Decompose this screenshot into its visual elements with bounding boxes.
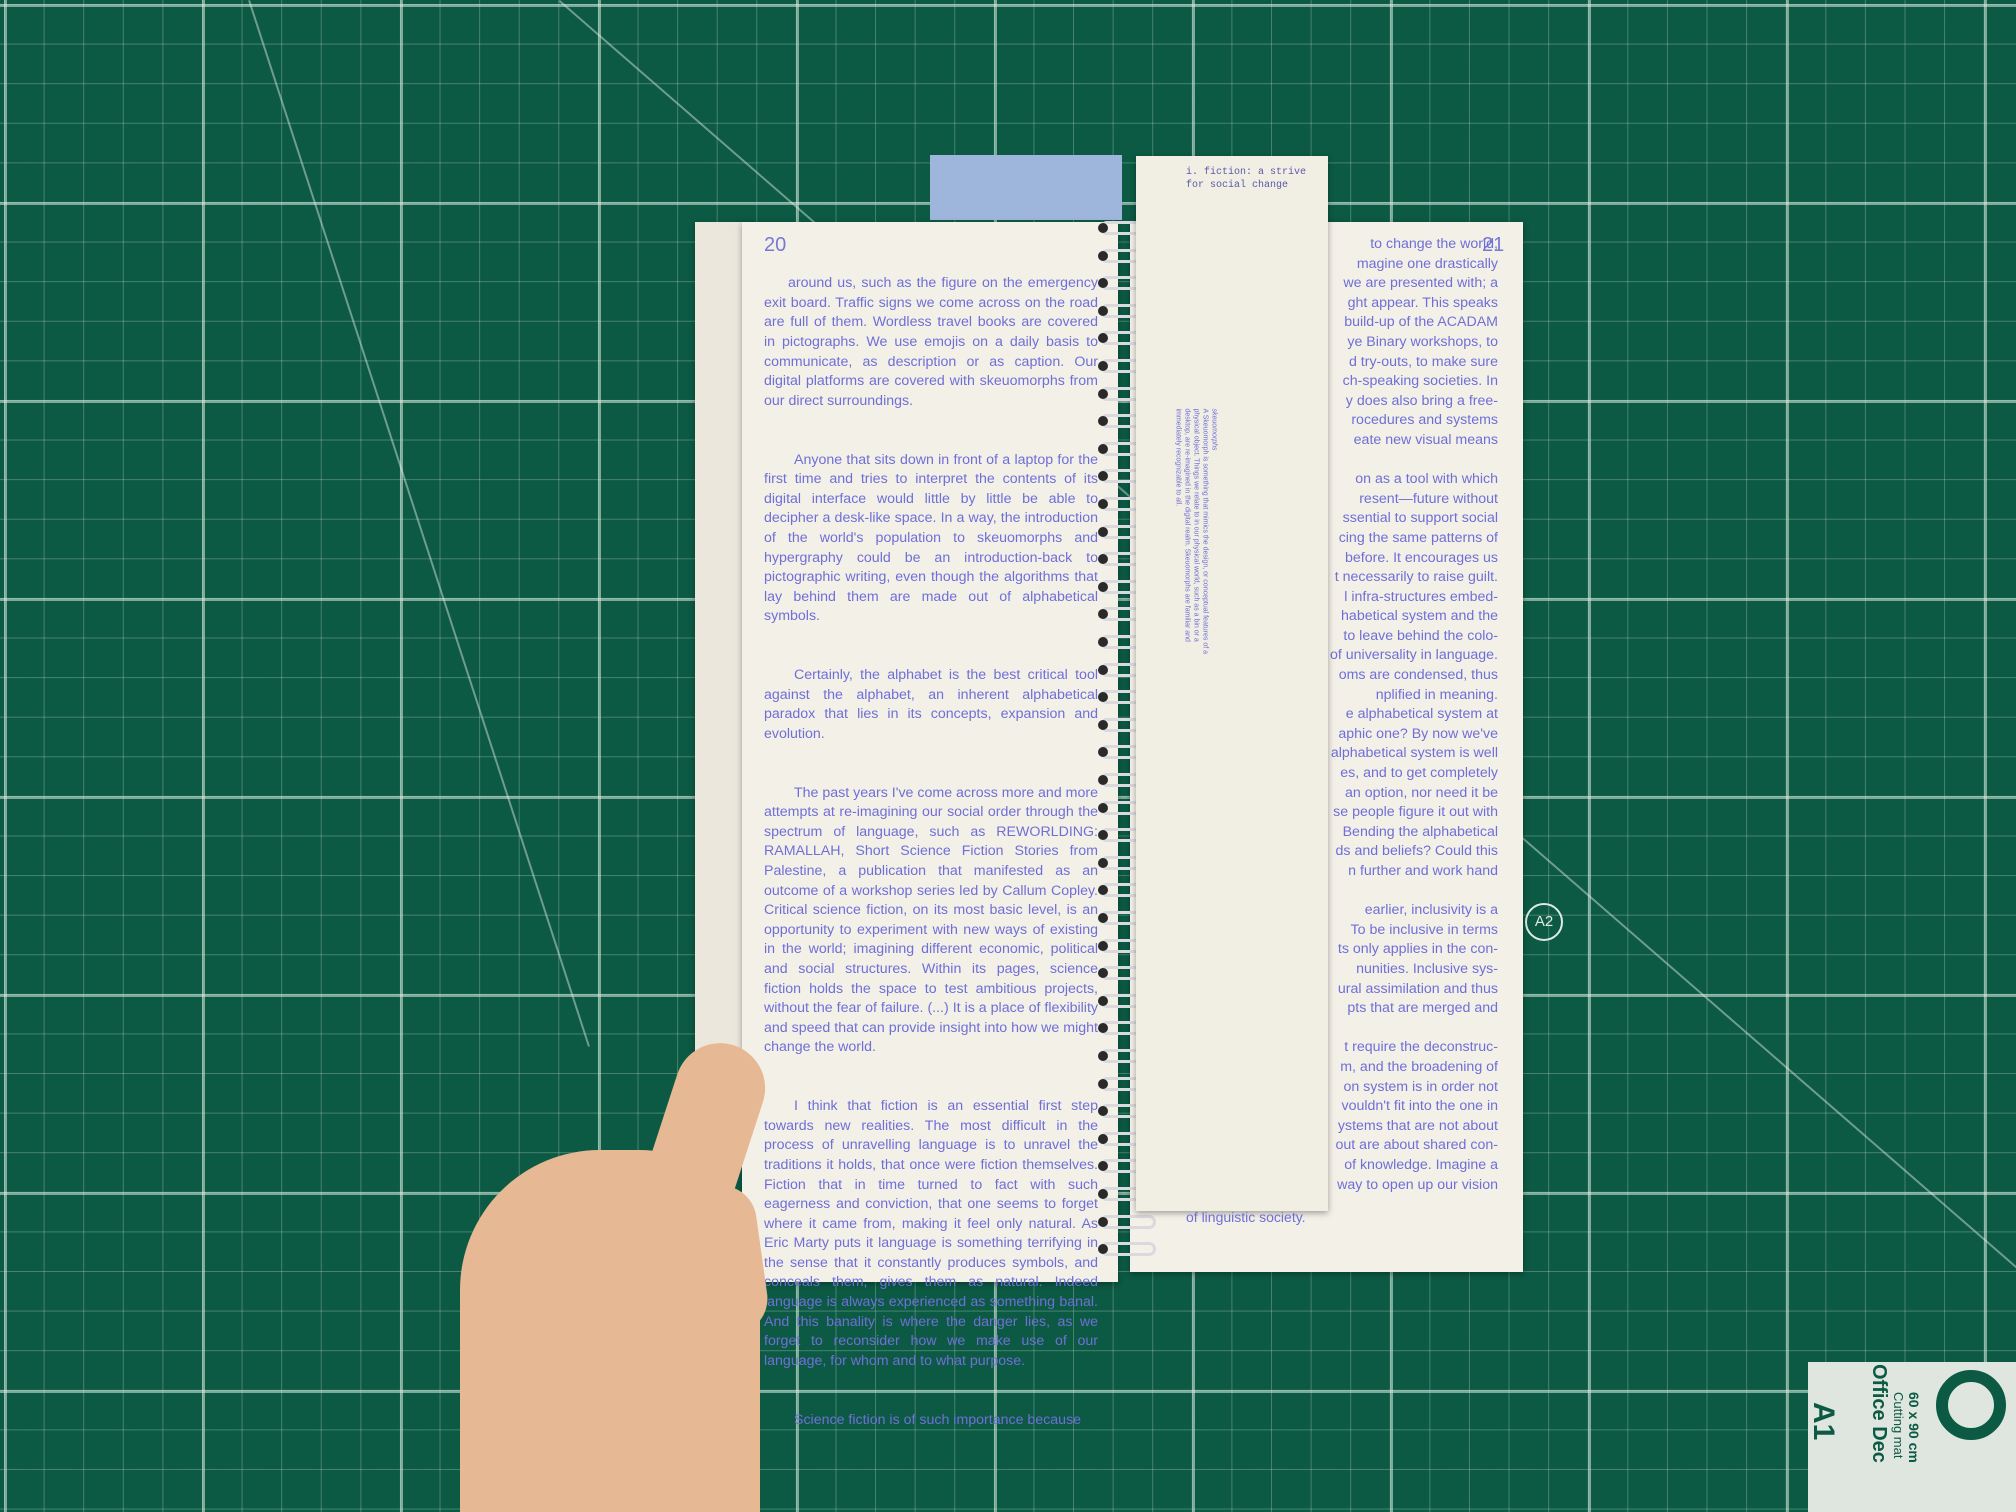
- left-paragraph: around us, such as the figure on the eme…: [764, 275, 1098, 409]
- right-page-line: t necessarily to raise guilt.: [1334, 569, 1498, 586]
- right-page-line: alphabetical system is well: [1330, 745, 1498, 762]
- binding-hole: [1098, 802, 1108, 813]
- right-page-line: pts that are merged and: [1347, 1000, 1498, 1017]
- binding-hole: [1098, 499, 1108, 509]
- insert-header: i. fiction: a strive for social change: [1186, 167, 1307, 191]
- right-page-line: [1330, 451, 1498, 471]
- binding-hole: [1098, 1189, 1108, 1199]
- right-page-line: l infra-structures embed-: [1344, 588, 1498, 605]
- binding-hole: [1098, 526, 1108, 537]
- left-paragraph: Anyone that sits down in front of a lapt…: [764, 451, 1098, 625]
- right-page-line: resent—future without: [1359, 490, 1498, 507]
- right-page-line: oms are condensed, thus: [1338, 667, 1498, 684]
- binding-hole: [1098, 637, 1108, 647]
- mat-corner-label: A1 Office Dec Cutting mat 60 x 90 cm: [1807, 1362, 2016, 1512]
- left-page-body: around us, such as the figure on the eme…: [764, 235, 1098, 1469]
- binding-hole: [1098, 775, 1108, 785]
- binding-hole: [1098, 581, 1108, 592]
- right-page-line: ch-speaking societies. In: [1342, 373, 1498, 390]
- right-page-line: n further and work hand: [1348, 863, 1498, 879]
- right-page-line: [1330, 1019, 1498, 1039]
- blue-tab: [930, 155, 1122, 220]
- right-page-line: of universality in language.: [1330, 647, 1498, 664]
- right-page-line: ds and beliefs? Could this: [1335, 843, 1498, 860]
- right-page-line: habetical system and the: [1341, 608, 1498, 625]
- right-page-line: es, and to get completely: [1340, 765, 1498, 782]
- right-page-line: we are presented with; a: [1343, 275, 1498, 292]
- right-page-line: an option, nor need it be: [1344, 784, 1498, 801]
- right-page-line: on as a tool with which: [1355, 471, 1498, 488]
- left-paragraph: I think that fiction is an essential fir…: [764, 1098, 1098, 1369]
- left-paragraph: The past years I've come across more and…: [764, 784, 1098, 1056]
- mat-size-label: A1: [1807, 1402, 1840, 1441]
- binding-hole: [1098, 857, 1108, 868]
- binding-hole: [1098, 1133, 1108, 1144]
- right-page-line: of knowledge. Imagine a: [1344, 1156, 1498, 1173]
- right-page-line: to change the world,: [1370, 236, 1498, 252]
- insert-strip: i. fiction: a strive for social change s…: [1136, 156, 1328, 1225]
- left-paragraph: Science fiction is of such importance be…: [794, 1411, 1082, 1428]
- right-page-line: ye Binary workshops, to: [1347, 333, 1498, 350]
- right-page-line: d try-outs, to make sure: [1348, 353, 1498, 370]
- right-page-line: eate new visual means: [1353, 431, 1498, 448]
- binding-hole: [1098, 1051, 1108, 1061]
- mat-grid-marker: A2: [1525, 903, 1563, 941]
- insert-note-body: A Skeuomorph is something that mimics th…: [1174, 408, 1209, 655]
- left-page: 20 around us, such as the figure on the …: [742, 222, 1118, 1428]
- mat-diagonal-line: [248, 0, 590, 1047]
- right-page-line: y does also bring a free-: [1345, 392, 1498, 409]
- mat-product-label: Cutting mat: [1891, 1392, 1906, 1459]
- right-page-line: ssential to support social: [1342, 510, 1498, 527]
- right-page-line: m, and the broadening of: [1340, 1058, 1498, 1075]
- binding-hole: [1098, 305, 1108, 316]
- right-page-line: e alphabetical system at: [1345, 706, 1498, 723]
- right-page-line: to leave behind the colo-: [1343, 627, 1498, 644]
- binding-hole: [1098, 1216, 1108, 1227]
- right-page-line: t require the deconstruc-: [1344, 1039, 1498, 1056]
- binding-hole: [1098, 250, 1108, 261]
- binding-hole: [1098, 940, 1108, 951]
- mat-dimensions-label: 60 x 90 cm: [1906, 1392, 1922, 1463]
- right-page-line: way to open up our vision: [1337, 1176, 1498, 1193]
- binding-hole: [1098, 223, 1108, 233]
- binding-hole: [1098, 1078, 1108, 1089]
- right-page-line: on system is in order not: [1343, 1078, 1498, 1095]
- spiral-coil: [1100, 1214, 1156, 1229]
- right-page-line: vouldn't fit into the one in: [1341, 1098, 1498, 1115]
- left-paragraph: Certainly, the alphabet is the best crit…: [764, 667, 1098, 742]
- insert-note: skeuomorphs A Skeuomorph is something th…: [1174, 409, 1219, 669]
- right-page-body: to change the world, magine one drastical…: [1330, 235, 1498, 1195]
- right-page-line: To be inclusive in terms: [1350, 921, 1498, 938]
- right-page-line: se people figure it out with: [1333, 804, 1498, 821]
- right-page-line: ght appear. This speaks: [1347, 294, 1498, 311]
- insert-note-title: skeuomorphs: [1210, 408, 1218, 451]
- right-page-line: earlier, inclusivity is a: [1364, 902, 1498, 919]
- binding-hole: [1098, 664, 1108, 675]
- binding-hole: [1098, 913, 1108, 923]
- insert-footer: of linguistic society.: [1186, 1209, 1306, 1225]
- binding-hole: [1098, 719, 1108, 730]
- binding-hole: [1098, 361, 1108, 371]
- binding-hole: [1098, 995, 1108, 1006]
- mat-brand-label: Office Dec: [1868, 1364, 1890, 1463]
- binding-hole: [1098, 388, 1108, 399]
- right-page-line: ts only applies in the con-: [1337, 941, 1498, 958]
- mat-logo-icon: [1936, 1370, 2006, 1440]
- right-page-line: build-up of the ACADAM: [1344, 314, 1498, 331]
- right-page-line: Bending the alphabetical: [1342, 823, 1498, 840]
- right-page-line: nunities. Inclusive sys-: [1356, 960, 1498, 977]
- right-page-line: ystems that are not about: [1337, 1117, 1498, 1134]
- right-page-line: rocedures and systems: [1351, 412, 1498, 429]
- right-page-line: [1330, 882, 1498, 902]
- right-page-line: cing the same patterns of: [1338, 529, 1498, 546]
- right-page-line: ural assimilation and thus: [1337, 980, 1498, 997]
- right-page-line: out are about shared con-: [1335, 1137, 1498, 1154]
- right-page-line: aphic one? By now we've: [1338, 725, 1498, 742]
- spiral-coil: [1100, 1242, 1156, 1257]
- right-page-line: nplified in meaning.: [1375, 686, 1498, 703]
- right-page-line: magine one drastically: [1356, 255, 1498, 272]
- right-page-line: before. It encourages us: [1344, 549, 1498, 566]
- binding-hole: [1098, 443, 1108, 454]
